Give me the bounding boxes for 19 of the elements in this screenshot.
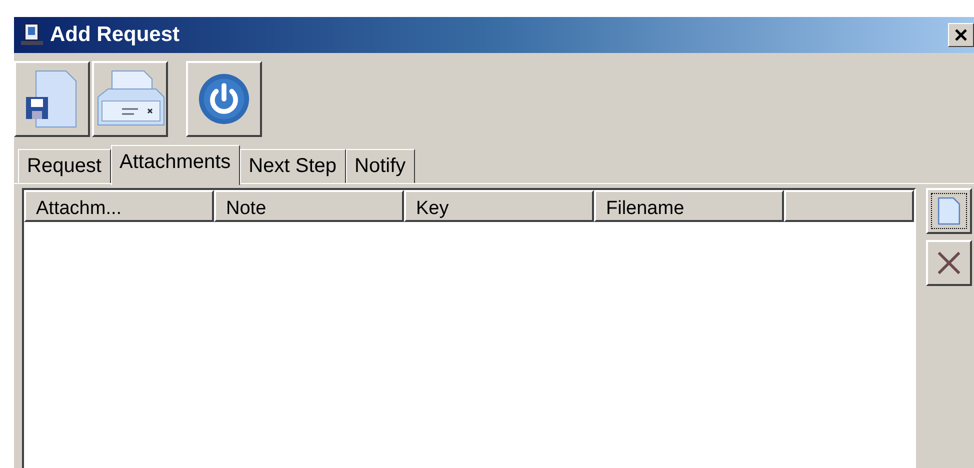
column-header[interactable]: Attachm... [24, 190, 214, 222]
x-icon [935, 249, 963, 277]
new-document-button[interactable] [926, 188, 972, 234]
delete-button[interactable] [926, 240, 972, 286]
column-header[interactable]: Filename [594, 190, 784, 222]
computer-icon [20, 23, 44, 47]
tab[interactable]: Attachments [110, 145, 240, 185]
column-header[interactable]: Note [214, 190, 404, 222]
tab[interactable]: Notify [346, 149, 415, 183]
power-button[interactable] [186, 61, 262, 137]
print-button[interactable] [92, 61, 168, 137]
tab[interactable]: Request [18, 149, 110, 183]
tab[interactable]: Next Step [240, 149, 346, 183]
save-document-button[interactable] [14, 61, 90, 137]
document-icon [936, 196, 962, 226]
window-title: Add Request [50, 23, 180, 47]
close-icon [953, 27, 969, 43]
close-button[interactable] [948, 23, 974, 47]
column-header[interactable]: Key [404, 190, 594, 222]
